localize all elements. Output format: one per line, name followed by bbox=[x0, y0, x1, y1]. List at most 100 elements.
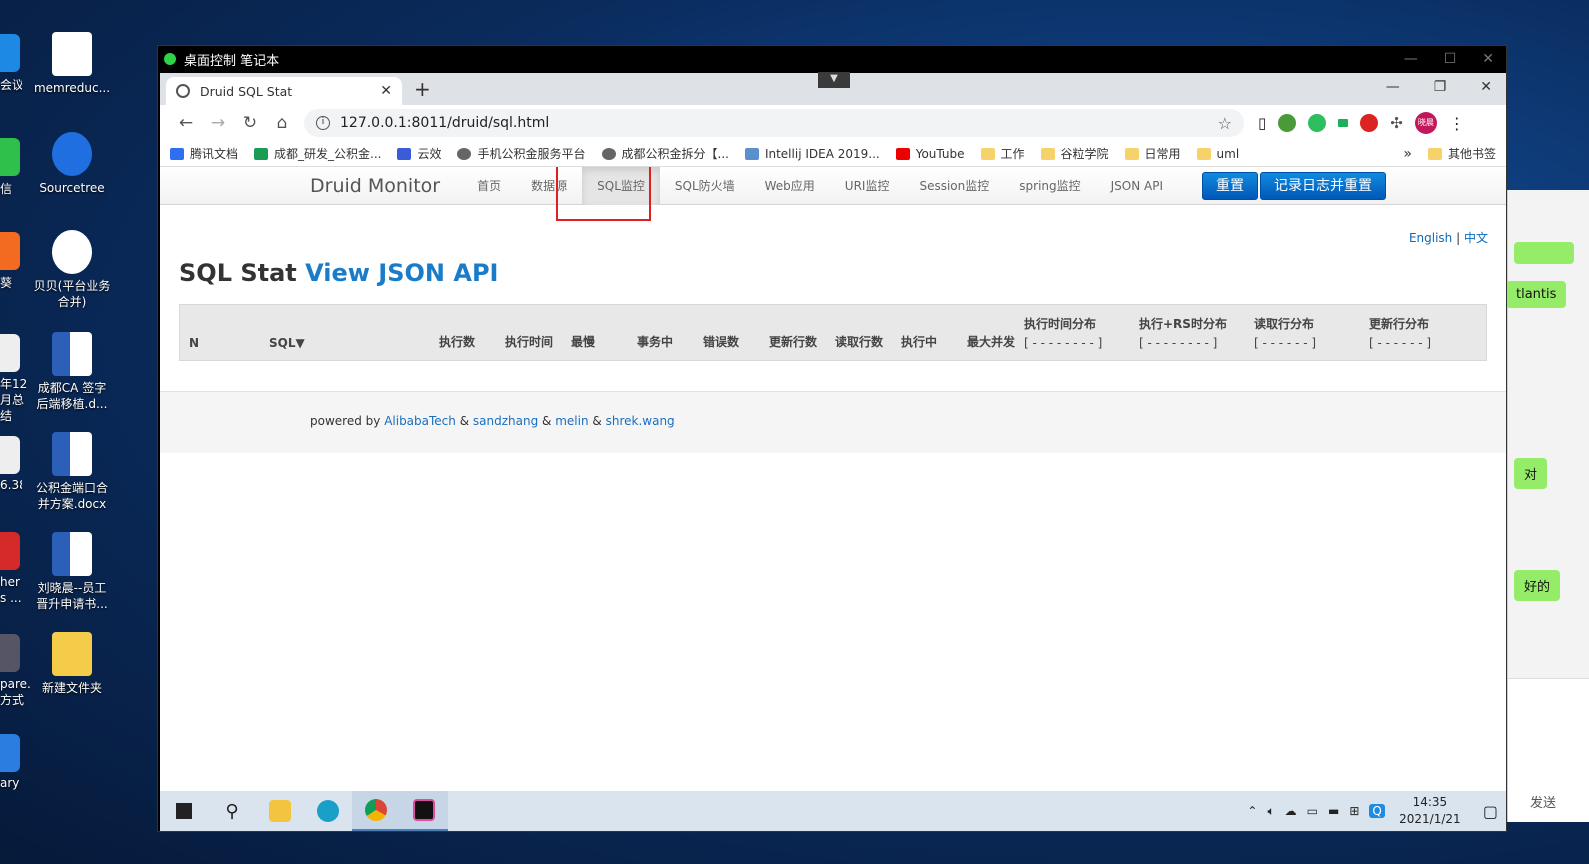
desktop-icon-memreduct[interactable]: memreduc... bbox=[32, 32, 112, 96]
adblock-icon[interactable] bbox=[1360, 114, 1379, 132]
bookmark-item[interactable]: 云效 bbox=[397, 145, 441, 162]
restore-icon[interactable]: ❐ bbox=[1434, 79, 1447, 95]
puzzle-icon[interactable]: ✣ bbox=[1390, 114, 1403, 132]
maximize-icon[interactable]: ☐ bbox=[1444, 51, 1457, 67]
bookmark-item[interactable]: 成都公积金拆分【... bbox=[601, 145, 729, 162]
lang-english-link[interactable]: English bbox=[1409, 231, 1452, 245]
col-exec-time[interactable]: 执行时间 bbox=[496, 305, 562, 360]
col-sql[interactable]: SQL▼ bbox=[260, 305, 430, 360]
back-arrow-icon[interactable]: ← bbox=[170, 113, 202, 133]
bookmark-folder[interactable]: 工作 bbox=[980, 145, 1025, 162]
tray-app-icon[interactable]: ⊞ bbox=[1349, 804, 1359, 818]
brand[interactable]: Druid Monitor bbox=[310, 175, 440, 197]
extension-icon[interactable] bbox=[1278, 114, 1297, 132]
close-icon[interactable]: ✕ bbox=[1480, 79, 1492, 95]
nav-spring-monitor[interactable]: spring监控 bbox=[1004, 167, 1095, 205]
profile-avatar[interactable]: 晓晨 bbox=[1414, 112, 1437, 134]
footer-link-sandzhang[interactable]: sandzhang bbox=[473, 414, 538, 428]
desktop-peek-1[interactable]: 会议 bbox=[0, 34, 22, 93]
col-update-rows[interactable]: 更新行数 bbox=[760, 305, 826, 360]
desktop-peek-8[interactable]: ary bbox=[0, 734, 22, 790]
col-read-rows[interactable]: 读取行数 bbox=[826, 305, 892, 360]
bookmark-folder[interactable]: uml bbox=[1196, 147, 1239, 161]
desktop-icon-word-ca[interactable]: 成都CA 签字后端移植.d... bbox=[32, 332, 112, 412]
clock[interactable]: 14:35 2021/1/21 bbox=[1395, 794, 1465, 828]
weather-icon[interactable]: ☁︎ bbox=[1285, 804, 1297, 818]
tab-druid-sql-stat[interactable]: Druid SQL Stat ✕ bbox=[166, 77, 402, 105]
bookmark-icon[interactable]: ▯ bbox=[1258, 114, 1266, 132]
chevron-up-icon[interactable]: ⌃ bbox=[1247, 804, 1257, 818]
other-bookmarks-folder[interactable]: 其他书签 bbox=[1427, 145, 1496, 162]
network-icon[interactable]: ▭ bbox=[1307, 804, 1318, 818]
battery-icon[interactable]: ▬ bbox=[1328, 804, 1339, 818]
col-update-rows-dist[interactable]: 更新行分布[ - - - - - - ] bbox=[1369, 305, 1469, 360]
view-json-api-link[interactable]: View JSON API bbox=[305, 259, 498, 287]
desktop-icon-word-promo[interactable]: 刘晓晨--员工晋升申请书... bbox=[32, 532, 112, 612]
col-in-transaction[interactable]: 事务中 bbox=[628, 305, 694, 360]
desktop-peek-3[interactable]: 葵 bbox=[0, 232, 22, 291]
star-icon[interactable]: ☆ bbox=[1218, 114, 1232, 133]
chevron-down-icon[interactable]: ▼ bbox=[818, 72, 850, 88]
col-exec-count[interactable]: 执行数 bbox=[430, 305, 496, 360]
desktop-icon-sourcetree[interactable]: Sourcetree bbox=[32, 132, 112, 196]
taskbar-chrome[interactable] bbox=[352, 791, 400, 831]
bookmark-item[interactable]: 手机公积金服务平台 bbox=[457, 145, 586, 162]
tab-close-icon[interactable]: ✕ bbox=[380, 83, 392, 99]
bookmarks-overflow-button[interactable]: » bbox=[1403, 146, 1412, 162]
col-running[interactable]: 执行中 bbox=[892, 305, 958, 360]
search-button[interactable]: ⚲ bbox=[208, 791, 256, 831]
nav-web-app[interactable]: Web应用 bbox=[750, 167, 830, 205]
bookmark-folder[interactable]: 日常用 bbox=[1124, 145, 1181, 162]
extension-icon[interactable] bbox=[1338, 119, 1349, 127]
send-button[interactable]: 发送 bbox=[1530, 792, 1556, 811]
col-slowest[interactable]: 最慢 bbox=[562, 305, 628, 360]
lang-chinese-link[interactable]: 中文 bbox=[1464, 231, 1488, 245]
desktop-icon-new-folder[interactable]: 新建文件夹 bbox=[32, 632, 112, 696]
reset-button[interactable]: 重置 bbox=[1202, 171, 1259, 200]
bookmark-item[interactable]: 腾讯文档 bbox=[170, 145, 238, 162]
taskbar-explorer[interactable] bbox=[256, 791, 304, 831]
menu-kebab-icon[interactable]: ⋮ bbox=[1449, 114, 1465, 133]
info-icon[interactable]: i bbox=[316, 116, 330, 130]
minimize-icon[interactable]: — bbox=[1404, 51, 1418, 67]
desktop-icon-word-gjj[interactable]: 公积金端口合并方案.docx bbox=[32, 432, 112, 512]
col-exec-rs-dist[interactable]: 执行+RS时分布[ - - - - - - - - ] bbox=[1139, 305, 1254, 360]
reload-icon[interactable]: ↻ bbox=[234, 113, 266, 133]
taskbar-intellij[interactable] bbox=[400, 791, 448, 831]
desktop-peek-5[interactable]: 6.38 bbox=[0, 436, 22, 492]
volume-icon[interactable]: 🔈︎ bbox=[1267, 804, 1274, 819]
nav-session-monitor[interactable]: Session监控 bbox=[904, 167, 1004, 205]
start-button[interactable] bbox=[160, 791, 208, 831]
col-exec-time-dist[interactable]: 执行时间分布[ - - - - - - - - ] bbox=[1024, 305, 1139, 360]
close-icon[interactable]: ✕ bbox=[1482, 51, 1494, 67]
qq-icon[interactable]: Q bbox=[1369, 804, 1385, 818]
bookmark-folder[interactable]: 谷粒学院 bbox=[1040, 145, 1109, 162]
minimize-icon[interactable]: — bbox=[1386, 79, 1400, 95]
footer-link-melin[interactable]: melin bbox=[555, 414, 588, 428]
nav-uri-monitor[interactable]: URI监控 bbox=[830, 167, 905, 205]
home-icon[interactable]: ⌂ bbox=[266, 113, 298, 133]
footer-link-shrek-wang[interactable]: shrek.wang bbox=[606, 414, 675, 428]
bookmark-item[interactable]: Intellij IDEA 2019... bbox=[744, 147, 880, 161]
desktop-peek-6[interactable]: her s ... bbox=[0, 532, 22, 606]
desktop-peek-2[interactable]: 信 bbox=[0, 138, 22, 197]
new-tab-plus-icon[interactable]: + bbox=[414, 77, 431, 101]
desktop-peek-4[interactable]: 年12月总结 bbox=[0, 334, 30, 424]
nav-home[interactable]: 首页 bbox=[462, 167, 516, 205]
desktop-icon-beibei[interactable]: 贝贝(平台业务合并) bbox=[32, 230, 112, 310]
col-max-concurrent[interactable]: 最大并发 bbox=[958, 305, 1024, 360]
forward-arrow-icon[interactable]: → bbox=[202, 113, 234, 133]
address-bar[interactable]: i 127.0.0.1:8011/druid/sql.html ☆ bbox=[304, 109, 1244, 137]
col-error-count[interactable]: 错误数 bbox=[694, 305, 760, 360]
nav-sql-firewall[interactable]: SQL防火墙 bbox=[660, 167, 750, 205]
taskbar-edge[interactable] bbox=[304, 791, 352, 831]
footer-link-alibabatech[interactable]: AlibabaTech bbox=[384, 414, 456, 428]
log-and-reset-button[interactable]: 记录日志并重置 bbox=[1260, 171, 1387, 200]
nav-json-api[interactable]: JSON API bbox=[1096, 167, 1178, 205]
col-read-rows-dist[interactable]: 读取行分布[ - - - - - - ] bbox=[1254, 305, 1369, 360]
evernote-icon[interactable] bbox=[1308, 114, 1327, 132]
notification-icon[interactable]: ▢ bbox=[1483, 802, 1498, 821]
bookmark-item[interactable]: YouTube bbox=[895, 147, 965, 161]
col-n[interactable]: N bbox=[180, 305, 260, 360]
bookmark-item[interactable]: 成都_研发_公积金... bbox=[254, 145, 381, 162]
